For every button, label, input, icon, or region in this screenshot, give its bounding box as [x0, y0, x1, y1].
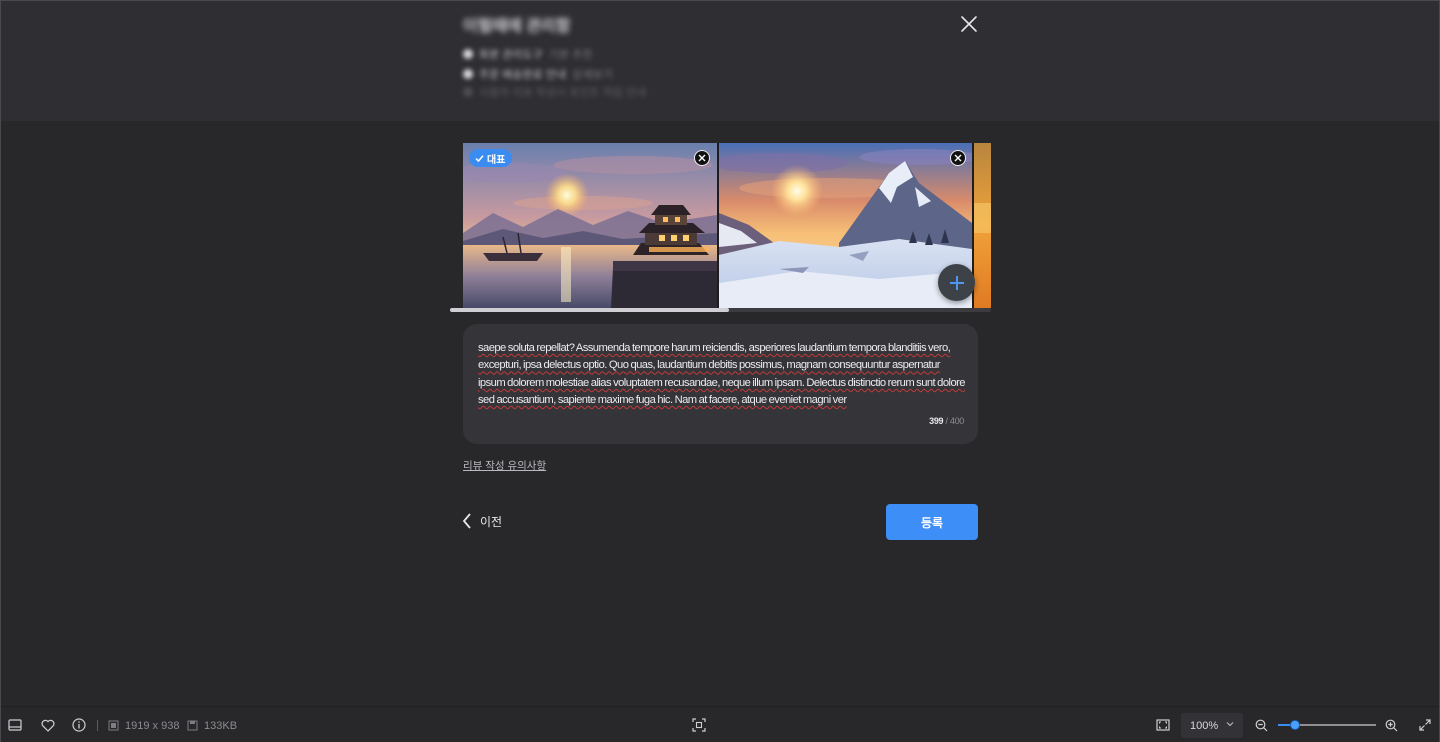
lake-sunset-image — [463, 143, 717, 308]
dimensions-icon — [105, 717, 121, 733]
image-thumbnail-lake[interactable]: 대표 — [463, 143, 717, 308]
slider-knob[interactable] — [1289, 720, 1300, 730]
remove-image-button[interactable] — [950, 150, 966, 166]
remove-image-button[interactable] — [694, 150, 710, 166]
zoom-value: 100% — [1190, 719, 1219, 732]
zoom-in-icon[interactable] — [1383, 717, 1399, 733]
add-image-button[interactable] — [938, 264, 975, 301]
review-textarea[interactable]: saepe soluta repellat? Assumenda tempore… — [463, 324, 978, 444]
char-count-value: 399 — [929, 416, 944, 426]
header-line-sub: 상세보기 — [572, 69, 613, 81]
image-thumbnail-partial[interactable] — [974, 143, 991, 308]
close-icon — [698, 154, 706, 162]
check-icon — [475, 154, 484, 162]
back-button[interactable]: 이전 — [462, 511, 502, 531]
review-text[interactable]: saepe soluta repellat? Assumenda tempore… — [478, 340, 966, 410]
chevron-down-icon — [1226, 722, 1234, 727]
chevron-left-icon — [462, 513, 471, 529]
header-line-main: 주문 배송완료 안내 — [479, 69, 567, 81]
orange-image — [974, 143, 991, 308]
scrollbar-thumb[interactable] — [450, 308, 729, 312]
back-button-label: 이전 — [480, 514, 503, 529]
close-icon — [954, 154, 962, 162]
representative-badge: 대표 — [469, 149, 513, 167]
review-guide-link[interactable]: 리뷰 작성 유의사항 — [463, 458, 546, 473]
badge-label: 대표 — [487, 154, 506, 166]
snowy-mountain-image — [719, 143, 972, 308]
info-icon[interactable] — [71, 717, 87, 733]
header-line: 사용자 리뷰 작성시 포인트 적립 안내 — [463, 84, 646, 100]
char-counter: 399 / 400 — [929, 416, 964, 426]
zoom-select[interactable]: 100% — [1181, 713, 1243, 738]
save-disk-icon — [184, 717, 200, 733]
header-line: 주문 배송완료 안내 상세보기 — [463, 66, 613, 82]
header-line-main: 사용자 리뷰 작성시 포인트 적립 안내 — [479, 87, 647, 99]
header-line-sub: 기본 추천 — [548, 49, 593, 61]
zoom-out-icon[interactable] — [1253, 717, 1269, 733]
carousel-scrollbar[interactable] — [450, 308, 991, 312]
image-thumbnail-mountain[interactable] — [719, 143, 972, 308]
filmstrip-icon[interactable] — [7, 717, 23, 733]
header-line-main: 화분 관리도구 — [479, 49, 543, 61]
bullet-icon — [463, 87, 473, 97]
toolbar-divider — [97, 720, 98, 731]
bullet-icon — [463, 69, 473, 79]
blurred-header — [1, 1, 1439, 121]
char-count-max: / 400 — [945, 416, 964, 426]
header-title: 이럴때에 관리함 — [463, 18, 571, 35]
expand-icon[interactable] — [1417, 717, 1433, 733]
focus-scan-icon[interactable] — [691, 717, 707, 733]
image-dimensions: 1919 x 938 — [125, 720, 180, 732]
zoom-slider[interactable] — [1278, 720, 1376, 730]
close-icon[interactable] — [958, 13, 980, 35]
viewer-toolbar: 1919 x 938 133KB 100% — [1, 706, 1439, 742]
heart-icon[interactable] — [40, 717, 56, 733]
file-size: 133KB — [204, 720, 238, 732]
bullet-icon — [463, 49, 473, 59]
fit-to-screen-icon[interactable] — [1155, 717, 1171, 733]
header-line: 화분 관리도구 기본 추천 — [463, 46, 592, 62]
submit-button[interactable]: 등록 — [886, 504, 978, 540]
plus-icon — [949, 275, 964, 290]
image-carousel[interactable]: 대표 — [463, 143, 991, 310]
